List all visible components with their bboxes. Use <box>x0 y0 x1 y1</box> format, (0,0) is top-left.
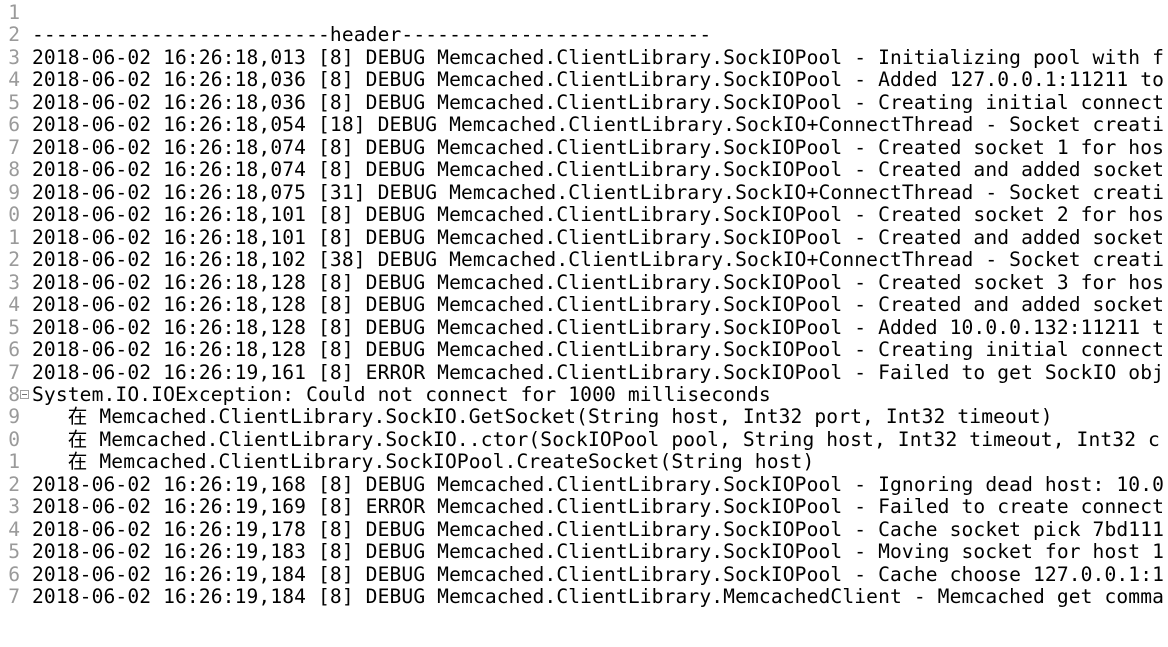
code-line[interactable]: 2 -------------------------header--------… <box>0 23 1168 47</box>
line-text: 2018-06-02 16:26:19,178 [8] DEBUG Memcac… <box>32 517 1165 541</box>
line-number: 4 <box>8 294 20 317</box>
code-line[interactable]: 5 2018-06-02 16:26:18,128 [8] DEBUG Memca… <box>0 315 1168 339</box>
line-text: System.IO.IOException: Could not connect… <box>32 382 771 406</box>
line-number: 9 <box>8 181 20 204</box>
line-number: 5 <box>8 91 20 114</box>
code-line[interactable]: 6 2018-06-02 16:26:18,054 [18] DEBUG Memc… <box>0 113 1168 137</box>
line-text: 2018-06-02 16:26:19,184 [8] DEBUG Memcac… <box>32 585 1165 609</box>
line-text: 在 Memcached.ClientLibrary.SockIO.GetSock… <box>32 405 1053 429</box>
code-line[interactable]: 6 2018-06-02 16:26:19,184 [8] DEBUG Memca… <box>0 562 1168 586</box>
line-text: 在 Memcached.ClientLibrary.SockIOPool.Cre… <box>32 450 815 474</box>
line-text: 在 Memcached.ClientLibrary.SockIO..ctor(S… <box>32 427 1160 451</box>
log-editor[interactable]: 1 2 -------------------------header-------… <box>0 0 1168 647</box>
code-area[interactable]: 1 2 -------------------------header-------… <box>0 0 1168 647</box>
line-text: 2018-06-02 16:26:19,168 [8] DEBUG Memcac… <box>32 472 1165 496</box>
line-number: 6 <box>8 563 20 586</box>
code-line[interactable]: 5 2018-06-02 16:26:19,183 [8] DEBUG Memca… <box>0 540 1168 564</box>
line-number: 7 <box>8 361 20 384</box>
line-text: 2018-06-02 16:26:18,075 [31] DEBUG Memca… <box>32 180 1165 204</box>
line-number: 3 <box>8 271 20 294</box>
line-text: 2018-06-02 16:26:18,128 [8] DEBUG Memcac… <box>32 338 1165 362</box>
line-number: 2 <box>8 24 20 47</box>
code-line[interactable]: 5 2018-06-02 16:26:18,036 [8] DEBUG Memca… <box>0 90 1168 114</box>
line-number: 1 <box>8 2 20 24</box>
code-line[interactable]: 3 2018-06-02 16:26:18,128 [8] DEBUG Memca… <box>0 270 1168 294</box>
code-line[interactable]: 3 2018-06-02 16:26:19,169 [8] ERROR Memca… <box>0 495 1168 519</box>
line-number: 1 <box>8 226 20 249</box>
line-text: -------------------------header---------… <box>32 23 712 47</box>
line-text: 2018-06-02 16:26:18,102 [38] DEBUG Memca… <box>32 248 1165 272</box>
code-line[interactable]: 1 在 Memcached.ClientLibrary.SockIOPool.C… <box>0 450 1168 474</box>
line-number: 2 <box>8 249 20 272</box>
line-number: 7 <box>8 136 20 159</box>
line-number: 3 <box>8 496 20 519</box>
line-number: 9 <box>8 406 20 429</box>
code-line[interactable]: 1 <box>0 2 1168 24</box>
line-text: 2018-06-02 16:26:18,128 [8] DEBUG Memcac… <box>32 293 1165 317</box>
code-line[interactable]: 0 2018-06-02 16:26:18,101 [8] DEBUG Memca… <box>0 203 1168 227</box>
line-text: 2018-06-02 16:26:18,101 [8] DEBUG Memcac… <box>32 203 1165 227</box>
line-number: 6 <box>8 114 20 137</box>
line-text: 2018-06-02 16:26:19,184 [8] DEBUG Memcac… <box>32 562 1165 586</box>
code-line[interactable]: 8 System.IO.IOException: Could not connec… <box>0 382 1168 406</box>
line-number: 0 <box>8 428 20 451</box>
fold-collapse-icon[interactable] <box>20 390 29 400</box>
code-line[interactable]: 7 2018-06-02 16:26:19,161 [8] ERROR Memca… <box>0 360 1168 384</box>
code-line[interactable]: 4 2018-06-02 16:26:19,178 [8] DEBUG Memca… <box>0 517 1168 541</box>
line-text: 2018-06-02 16:26:18,054 [18] DEBUG Memca… <box>32 113 1165 137</box>
line-number: 7 <box>8 586 20 609</box>
line-text: 2018-06-02 16:26:18,101 [8] DEBUG Memcac… <box>32 225 1165 249</box>
line-number: 4 <box>8 518 20 541</box>
code-line[interactable]: 9 在 Memcached.ClientLibrary.SockIO.GetSo… <box>0 405 1168 429</box>
line-text: 2018-06-02 16:26:18,128 [8] DEBUG Memcac… <box>32 270 1165 294</box>
code-line[interactable]: 2 2018-06-02 16:26:18,102 [38] DEBUG Memc… <box>0 248 1168 272</box>
code-line[interactable]: 6 2018-06-02 16:26:18,128 [8] DEBUG Memca… <box>0 338 1168 362</box>
line-number: 2 <box>8 473 20 496</box>
line-number: 0 <box>8 204 20 227</box>
code-line[interactable]: 1 2018-06-02 16:26:18,101 [8] DEBUG Memca… <box>0 225 1168 249</box>
code-line[interactable]: 0 在 Memcached.ClientLibrary.SockIO..ctor… <box>0 427 1168 451</box>
line-text: 2018-06-02 16:26:18,036 [8] DEBUG Memcac… <box>32 90 1165 114</box>
code-line[interactable]: 8 2018-06-02 16:26:18,074 [8] DEBUG Memca… <box>0 158 1168 182</box>
line-number: 1 <box>8 451 20 474</box>
code-line[interactable]: 2 2018-06-02 16:26:19,168 [8] DEBUG Memca… <box>0 472 1168 496</box>
line-number: 8 <box>8 383 20 406</box>
line-text: 2018-06-02 16:26:18,074 [8] DEBUG Memcac… <box>32 135 1165 159</box>
code-line[interactable]: 4 2018-06-02 16:26:18,128 [8] DEBUG Memca… <box>0 293 1168 317</box>
line-number: 3 <box>8 46 20 69</box>
line-text: 2018-06-02 16:26:18,128 [8] DEBUG Memcac… <box>32 315 1165 339</box>
code-line[interactable]: 4 2018-06-02 16:26:18,036 [8] DEBUG Memca… <box>0 68 1168 92</box>
line-text: 2018-06-02 16:26:19,183 [8] DEBUG Memcac… <box>32 540 1165 564</box>
line-text: 2018-06-02 16:26:18,074 [8] DEBUG Memcac… <box>32 158 1165 182</box>
line-text: 2018-06-02 16:26:19,169 [8] ERROR Memcac… <box>32 495 1165 519</box>
code-line[interactable]: 9 2018-06-02 16:26:18,075 [31] DEBUG Memc… <box>0 180 1168 204</box>
line-text: 2018-06-02 16:26:18,013 [8] DEBUG Memcac… <box>32 45 1165 69</box>
line-text: 2018-06-02 16:26:18,036 [8] DEBUG Memcac… <box>32 68 1165 92</box>
code-line[interactable]: 7 2018-06-02 16:26:19,184 [8] DEBUG Memca… <box>0 585 1168 609</box>
line-number: 4 <box>8 69 20 92</box>
line-number: 5 <box>8 541 20 564</box>
line-number: 5 <box>8 316 20 339</box>
code-line[interactable]: 7 2018-06-02 16:26:18,074 [8] DEBUG Memca… <box>0 135 1168 159</box>
line-number: 8 <box>8 159 20 182</box>
line-number: 6 <box>8 339 20 362</box>
code-line[interactable]: 3 2018-06-02 16:26:18,013 [8] DEBUG Memca… <box>0 45 1168 69</box>
line-text: 2018-06-02 16:26:19,161 [8] ERROR Memcac… <box>32 360 1165 384</box>
